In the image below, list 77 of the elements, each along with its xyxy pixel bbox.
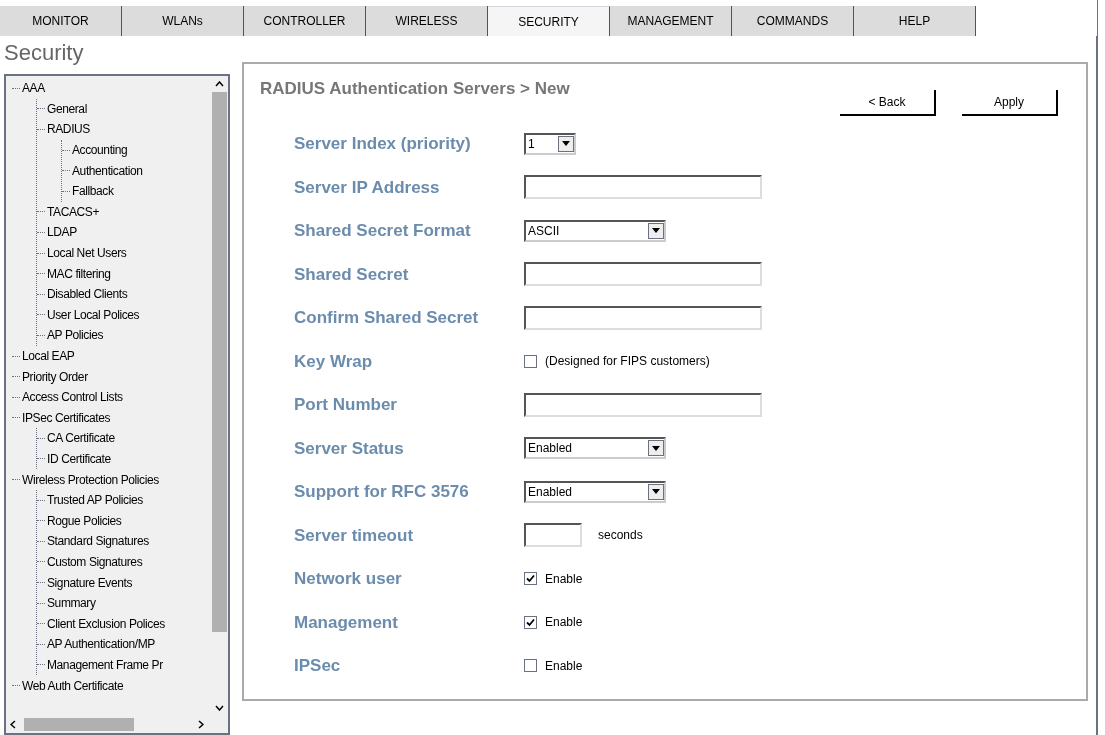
scroll-down-icon[interactable] [215,705,224,711]
tree-item[interactable]: Signature Events [47,576,132,589]
checkbox-label: Enable [545,570,583,588]
tree-item[interactable]: Rogue Policies [47,514,122,527]
checkbox-label: Enable [545,657,583,675]
checkbox[interactable] [524,659,537,673]
checkbox-label: Enable [545,614,583,632]
tree-item[interactable]: Management Frame Pr [47,658,163,671]
field-label: Key Wrap [293,350,374,373]
dropdown-field[interactable]: Enabled [524,437,666,460]
tree-item[interactable]: Summary [47,597,96,610]
tree-item[interactable]: Fallback [72,185,114,198]
page-title: RADIUS Authentication Servers > New [260,78,570,100]
action-button[interactable]: < Back [840,90,936,116]
field-label: Server Status [293,437,405,460]
field-label: Server Index (priority) [293,133,472,155]
tree-item[interactable]: ID Certificate [47,453,111,465]
dropdown-field[interactable]: ASCII [524,219,666,242]
tree-item[interactable]: LDAP [47,226,77,239]
input-field[interactable] [524,175,762,200]
nav-tab[interactable]: MANAGEMENT [610,6,732,36]
dropdown-field[interactable]: Enabled [524,480,666,503]
tree-item[interactable]: General [47,102,87,115]
tree-item[interactable]: Accounting [72,144,128,157]
tree-item[interactable]: Standard Signatures [47,535,149,548]
field-label: Confirm Shared Secret [293,307,480,329]
tree-item[interactable]: AAA [22,82,45,95]
nav-tab[interactable]: HELP [854,6,976,36]
dropdown-field[interactable]: 1 [524,132,576,155]
field-label: Server IP Address [293,176,441,199]
tree-item[interactable]: Custom Signatures [47,555,143,568]
nav-tab[interactable]: CONTROLLER [244,6,366,36]
checkbox[interactable] [524,572,537,586]
tree-item[interactable]: Authentication [72,164,143,177]
tree-item[interactable]: AP Authentication/MP [47,638,155,651]
scroll-right-icon[interactable] [198,720,204,729]
tree-item[interactable]: Wireless Protection Policies [22,473,159,486]
tree-item[interactable]: User Local Polices [47,308,140,321]
tree-item[interactable]: CA Certificate [47,432,115,445]
tree-item[interactable]: AP Policies [47,329,104,342]
nav-tab[interactable]: WIRELESS [366,6,488,36]
scroll-up-icon[interactable] [215,81,224,87]
tree-item[interactable]: Trusted AP Policies [47,494,143,507]
field-label: Network user [293,568,403,590]
tree-item[interactable]: Local EAP [22,350,75,362]
input-field[interactable] [524,262,762,287]
field-label: Port Number [293,394,398,416]
field-label: Shared Secret Format [293,220,472,242]
tree-item[interactable]: Access Control Lists [22,391,123,404]
scroll-left-icon[interactable] [10,720,16,729]
checkbox[interactable] [524,615,537,629]
checkbox[interactable] [524,354,537,368]
field-label: IPSec [293,655,342,677]
input-field[interactable] [524,392,762,417]
tree-item[interactable]: Web Auth Certificate [22,679,124,692]
field-label: Support for RFC 3576 [293,481,470,503]
nav-tab[interactable]: WLANs [122,6,244,36]
tree-item[interactable]: Priority Order [22,370,88,383]
tree-item[interactable]: TACACS+ [47,205,99,218]
unit-label: seconds [598,527,643,545]
nav-tab[interactable]: MONITOR [0,6,122,36]
field-label: Management [293,611,399,634]
tree-item[interactable]: IPSec Certificates [22,411,111,424]
action-button[interactable]: Apply [962,90,1058,116]
nav-tab[interactable]: SECURITY [488,6,610,36]
tree-item[interactable]: Client Exclusion Polices [47,617,165,630]
nav-tab[interactable]: COMMANDS [732,6,854,36]
input-field[interactable] [524,523,582,548]
field-label: Server timeout [293,524,415,547]
field-label: Shared Secret [293,263,410,286]
tree-item[interactable]: RADIUS [47,123,90,136]
tree-item[interactable]: Disabled Clients [47,288,128,301]
tree-item[interactable]: Local Net Users [47,247,127,260]
tree-item[interactable]: MAC filtering [47,267,111,280]
sidebar-title: Security [4,42,85,64]
checkbox-label: (Designed for FIPS customers) [545,353,710,371]
input-field[interactable] [524,305,762,330]
